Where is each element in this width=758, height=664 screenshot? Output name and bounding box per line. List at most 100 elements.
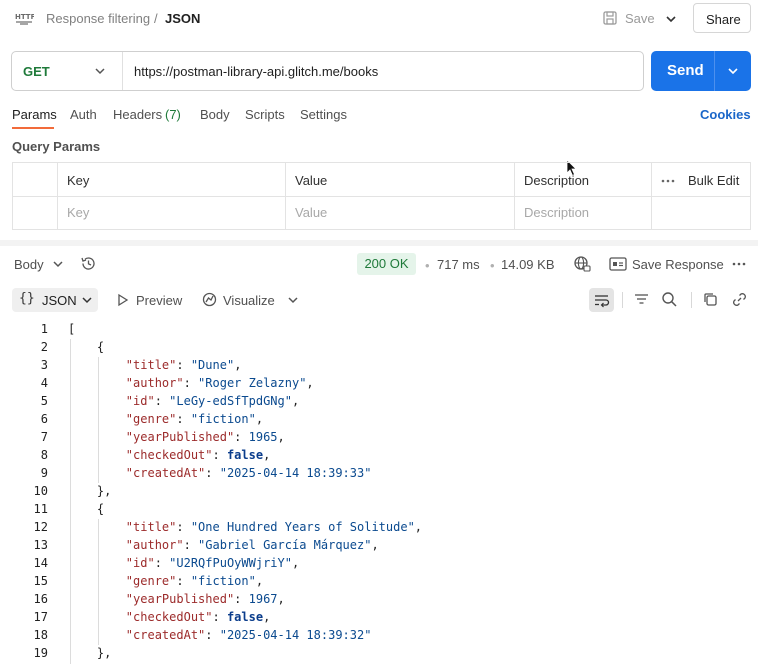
- response-body-editor[interactable]: 1 2 3 4 5 6 7 8 9 10 11 12 13 14 15 16 1…: [0, 319, 758, 664]
- key-input[interactable]: Key: [67, 205, 89, 220]
- json-key: "createdAt": [125, 628, 206, 642]
- send-label: Send: [667, 62, 704, 79]
- more-options-icon[interactable]: [732, 262, 746, 266]
- method-chevron-icon: [94, 65, 106, 77]
- visualize-icon: [201, 291, 218, 308]
- json-value: "LeGy-edSfTpdGNg": [169, 394, 292, 408]
- url-input[interactable]: https://postman-library-api.glitch.me/bo…: [134, 64, 378, 79]
- code-line: "author": "Gabriel García Márquez",: [125, 538, 379, 552]
- line-number: 9: [40, 466, 48, 480]
- response-time[interactable]: 717 ms: [437, 257, 480, 272]
- code-line: "genre": "fiction",: [125, 412, 264, 426]
- json-key: "id": [125, 556, 155, 570]
- line-number: 13: [33, 538, 48, 552]
- wrap-lines-icon: [593, 292, 610, 308]
- send-chevron-icon[interactable]: [727, 65, 739, 77]
- code-line: [: [68, 320, 75, 338]
- visualize-chevron-icon[interactable]: [287, 294, 299, 306]
- line-number: 18: [33, 628, 48, 642]
- dot-separator: •: [490, 258, 495, 273]
- tab-headers[interactable]: Headers: [113, 107, 162, 122]
- save-dropdown-chevron-icon[interactable]: [664, 12, 678, 26]
- active-tab-indicator: [12, 127, 54, 129]
- response-body-label[interactable]: Body: [14, 257, 44, 272]
- visualize-button[interactable]: Visualize: [223, 293, 275, 308]
- share-button[interactable]: Share: [693, 3, 751, 33]
- query-params-table: Key Value Description Bulk Edit Key Valu…: [12, 162, 751, 230]
- tab-settings[interactable]: Settings: [300, 107, 347, 122]
- save-response-button[interactable]: Save Response: [632, 257, 724, 272]
- json-value: "fiction": [190, 574, 256, 588]
- json-key: "id": [125, 394, 155, 408]
- line-number: 11: [33, 502, 48, 516]
- network-globe-icon[interactable]: [573, 255, 591, 273]
- breadcrumb-collection[interactable]: Response filtering: [46, 11, 150, 26]
- tab-auth[interactable]: Auth: [70, 107, 97, 122]
- save-button[interactable]: Save: [602, 9, 656, 29]
- code-line: "title": "One Hundred Years of Solitude"…: [125, 520, 423, 534]
- json-key: "createdAt": [125, 466, 206, 480]
- share-label: Share: [706, 12, 741, 27]
- json-value: 1965: [248, 430, 278, 444]
- history-icon[interactable]: [80, 255, 97, 272]
- code-line: },: [68, 646, 112, 660]
- search-icon[interactable]: [661, 291, 678, 308]
- description-input[interactable]: Description: [524, 205, 589, 220]
- method-label: GET: [23, 64, 50, 79]
- method-select[interactable]: GET: [12, 52, 122, 90]
- copy-icon[interactable]: [702, 291, 719, 308]
- send-button[interactable]: Send: [651, 51, 751, 91]
- line-number: 15: [33, 574, 48, 588]
- bulk-edit-button[interactable]: Bulk Edit: [688, 173, 739, 188]
- more-options-icon[interactable]: [661, 179, 675, 183]
- format-chevron-icon: [81, 294, 93, 306]
- send-divider: [714, 51, 715, 91]
- link-icon[interactable]: [731, 291, 748, 308]
- code-line: },: [68, 484, 112, 498]
- play-icon: [117, 293, 129, 307]
- format-select[interactable]: {} JSON: [12, 288, 98, 312]
- format-label: JSON: [42, 293, 77, 308]
- line-number: 16: [33, 592, 48, 606]
- breadcrumb-separator: /: [154, 11, 158, 26]
- tab-body[interactable]: Body: [200, 107, 230, 122]
- code-line: {: [68, 502, 105, 516]
- tab-params[interactable]: Params: [12, 107, 57, 122]
- response-size[interactable]: 14.09 KB: [501, 257, 555, 272]
- dot-separator: •: [425, 258, 430, 273]
- code-line: {: [68, 340, 105, 354]
- column-header-value: Value: [295, 173, 328, 188]
- code-line: "createdAt": "2025-04-14 18:39:32": [125, 628, 372, 642]
- code-line: "yearPublished": 1967,: [125, 592, 285, 606]
- save-response-icon[interactable]: [609, 256, 627, 272]
- value-input[interactable]: Value: [295, 205, 327, 220]
- cookies-link[interactable]: Cookies: [700, 107, 751, 122]
- json-value: "Roger Zelazny": [198, 376, 307, 390]
- json-value: false: [226, 448, 264, 462]
- line-number: 8: [40, 448, 48, 462]
- tab-scripts[interactable]: Scripts: [245, 107, 285, 122]
- preview-button[interactable]: Preview: [136, 293, 182, 308]
- body-chevron-icon[interactable]: [52, 258, 64, 270]
- wrap-lines-button[interactable]: [589, 288, 614, 312]
- filter-icon[interactable]: [633, 291, 650, 307]
- pane-divider[interactable]: [0, 240, 758, 246]
- json-key: "checkedOut": [125, 610, 213, 624]
- code-line: "yearPublished": 1965,: [125, 430, 285, 444]
- http-icon: HTTP: [14, 10, 34, 26]
- json-key: "title": [125, 358, 177, 372]
- line-number: 6: [40, 412, 48, 426]
- request-name[interactable]: JSON: [165, 11, 200, 26]
- json-key: "genre": [125, 574, 177, 588]
- code-line: "checkedOut": false,: [125, 448, 271, 462]
- status-badge[interactable]: 200 OK: [357, 253, 416, 275]
- json-value: "U2RQfPuOyWWjriY": [169, 556, 292, 570]
- line-number: 5: [40, 394, 48, 408]
- json-value: "2025-04-14 18:39:32": [219, 628, 372, 642]
- line-number: 4: [40, 376, 48, 390]
- line-number: 10: [33, 484, 48, 498]
- line-number: 19: [33, 646, 48, 660]
- braces-icon: {}: [19, 291, 35, 306]
- code-line: "genre": "fiction",: [125, 574, 264, 588]
- code-line: "checkedOut": false,: [125, 610, 271, 624]
